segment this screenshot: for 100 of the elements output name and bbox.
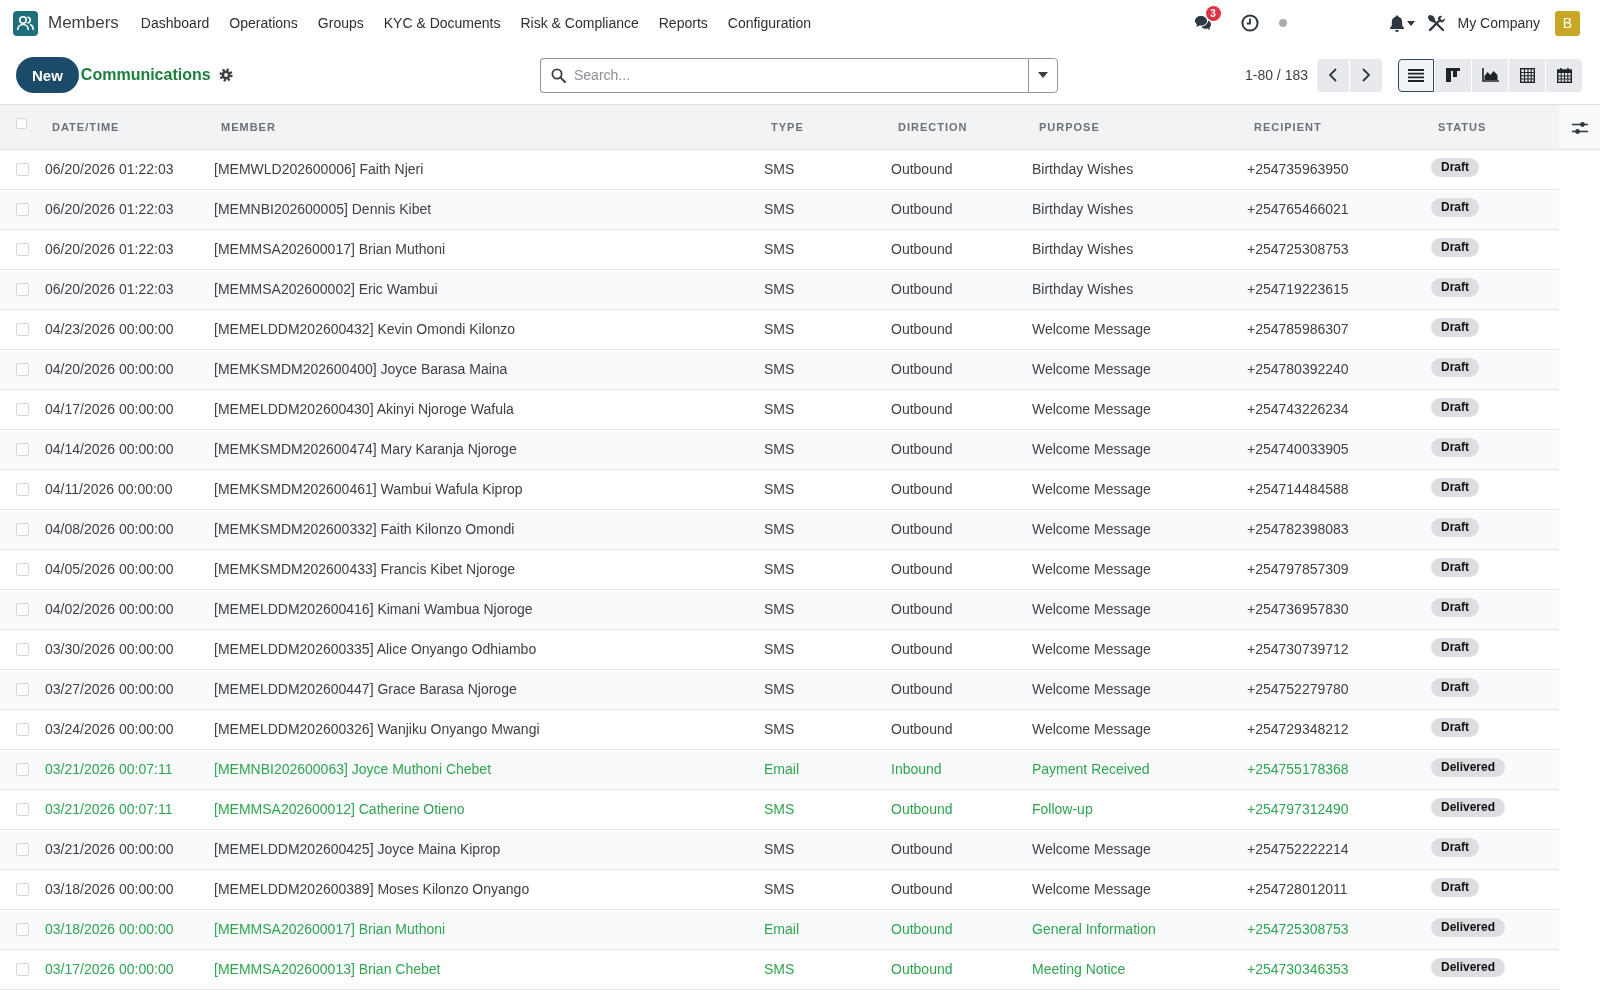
graph-view-button[interactable] (1472, 58, 1508, 92)
status-badge: Draft (1431, 477, 1479, 497)
status-badge: Draft (1431, 597, 1479, 617)
menu-item[interactable]: Dashboard (130, 15, 220, 31)
chat-bubbles-icon[interactable] (1193, 15, 1212, 31)
list-view-button[interactable] (1398, 58, 1434, 92)
row-checkbox[interactable] (16, 242, 29, 256)
row-checkbox[interactable] (16, 362, 29, 376)
table-cell: SMS (757, 389, 884, 429)
table-cell: +254730739712 (1240, 629, 1424, 669)
table-cell: 04/17/2026 00:00:00 (38, 389, 207, 429)
row-checkbox[interactable] (16, 322, 29, 336)
row-checkbox[interactable] (16, 802, 29, 816)
table-cell: [MEMMSA202600017] Brian Muthoni (207, 909, 757, 949)
table-cell: Birthday Wishes (1025, 149, 1240, 189)
gear-icon[interactable] (218, 68, 233, 82)
row-checkbox[interactable] (16, 602, 29, 616)
menu-item[interactable]: Configuration (717, 15, 822, 31)
menu-item[interactable]: Reports (648, 15, 718, 31)
menu-item[interactable]: Operations (219, 15, 308, 31)
row-checkbox[interactable] (16, 682, 29, 696)
table-cell: 03/21/2026 00:07:11 (38, 789, 207, 829)
row-checkbox[interactable] (16, 922, 29, 936)
column-header[interactable]: DIRECTION (884, 105, 1025, 149)
table-cell: Outbound (884, 149, 1025, 189)
row-checkbox[interactable] (16, 442, 29, 456)
status-badge: Draft (1431, 157, 1479, 177)
table-cell: 06/20/2026 01:22:03 (38, 149, 207, 189)
table-cell: +254725308753 (1240, 229, 1424, 269)
status-badge: Delivered (1431, 957, 1506, 977)
company-switcher[interactable]: My Company (1457, 15, 1540, 31)
table-cell: +254735963950 (1240, 149, 1424, 189)
menu-item[interactable]: KYC & Documents (373, 15, 511, 31)
table-cell: Outbound (884, 269, 1025, 309)
column-header[interactable]: DATE/TIME (38, 105, 207, 149)
tools-icon[interactable] (1427, 14, 1445, 32)
table-cell: [MEMELDDM202600432] Kevin Omondi Kilonzo (207, 309, 757, 349)
table-cell: 04/14/2026 00:00:00 (38, 429, 207, 469)
pivot-view-button[interactable] (1509, 58, 1545, 92)
table-cell: SMS (757, 149, 884, 189)
caret-icon[interactable] (1406, 20, 1415, 26)
row-checkbox[interactable] (16, 562, 29, 576)
status-badge: Draft (1431, 437, 1479, 457)
row-checkbox[interactable] (16, 722, 29, 736)
status-badge: Draft (1431, 557, 1479, 577)
row-checkbox[interactable] (16, 162, 29, 176)
new-button[interactable]: New (16, 57, 79, 93)
row-checkbox[interactable] (16, 962, 29, 976)
column-header[interactable]: PURPOSE (1025, 105, 1240, 149)
search-icon (551, 67, 566, 83)
table-cell: Outbound (884, 909, 1025, 949)
table-cell: +254719223615 (1240, 269, 1424, 309)
row-checkbox[interactable] (16, 402, 29, 416)
pager-value[interactable]: 1-80 / 183 (1244, 67, 1308, 83)
select-all-checkbox[interactable] (16, 118, 27, 130)
table-cell: 03/24/2026 00:00:00 (38, 709, 207, 749)
calendar-view-button[interactable] (1546, 58, 1582, 92)
table-cell: Email (757, 749, 884, 789)
row-checkbox[interactable] (16, 762, 29, 776)
previous-page-button[interactable] (1317, 58, 1349, 92)
search-options-button[interactable] (1028, 57, 1058, 93)
column-header[interactable]: RECIPIENT (1240, 105, 1424, 149)
row-checkbox[interactable] (16, 842, 29, 856)
table-cell: +254714484588 (1240, 469, 1424, 509)
column-header[interactable]: TYPE (757, 105, 884, 149)
menu-item[interactable]: Groups (307, 15, 374, 31)
table-cell: [MEMKSMDM202600400] Joyce Barasa Maina (207, 349, 757, 389)
table-cell: [MEMMSA202600013] Brian Chebet (207, 949, 757, 989)
table-cell: Outbound (884, 309, 1025, 349)
table-cell: Birthday Wishes (1025, 189, 1240, 229)
kanban-view-button[interactable] (1435, 58, 1471, 92)
column-header[interactable]: MEMBER (207, 105, 757, 149)
row-checkbox[interactable] (16, 282, 29, 296)
table-cell: [MEMELDDM202600335] Alice Onyango Odhiambo (207, 629, 757, 669)
next-page-button[interactable] (1350, 58, 1382, 92)
menu-item[interactable]: Risk & Compliance (510, 15, 649, 31)
status-badge: Draft (1431, 317, 1479, 337)
bell-icon[interactable] (1388, 14, 1405, 32)
status-badge: Draft (1431, 357, 1479, 377)
search-field[interactable]: Search... (540, 57, 1028, 93)
sliders-icon[interactable] (1571, 120, 1588, 135)
table-cell: [MEMKSMDM202600461] Wambui Wafula Kiprop (207, 469, 757, 509)
table-cell: Welcome Message (1025, 629, 1240, 669)
table-cell: Outbound (884, 509, 1025, 549)
status-badge: Draft (1431, 677, 1479, 697)
table-cell: SMS (757, 189, 884, 229)
row-checkbox[interactable] (16, 882, 29, 896)
table-cell: SMS (757, 789, 884, 829)
caret-icon (1038, 72, 1048, 78)
table-cell: Outbound (884, 829, 1025, 869)
row-checkbox[interactable] (16, 522, 29, 536)
chevron-left-icon (1329, 68, 1337, 82)
clock-icon[interactable] (1240, 14, 1259, 32)
people-logo-icon[interactable] (13, 10, 38, 36)
table-grid-icon (1519, 67, 1535, 83)
table-cell: [MEMMSA202600002] Eric Wambui (207, 269, 757, 309)
row-checkbox[interactable] (16, 642, 29, 656)
row-checkbox[interactable] (16, 482, 29, 496)
app-name-link[interactable]: Members (48, 13, 119, 33)
row-checkbox[interactable] (16, 202, 29, 216)
